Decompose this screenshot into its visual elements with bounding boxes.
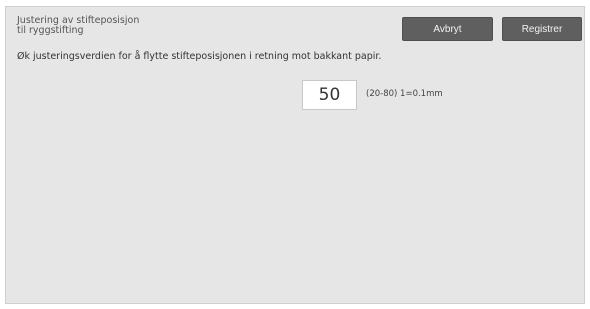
settings-panel: Justering av stifteposisjon til ryggstif… [5, 6, 585, 304]
register-button[interactable]: Registrer [502, 17, 582, 41]
cancel-button[interactable]: Avbryt [402, 17, 493, 41]
adjustment-value-field[interactable]: 50 [302, 80, 357, 110]
page-title-line-2: til ryggstifting [17, 25, 84, 36]
range-note: (20-80) 1=0.1mm [366, 89, 443, 99]
instruction-text: Øk justeringsverdien for å flytte stifte… [17, 51, 382, 62]
page-title: Justering av stifteposisjon til ryggstif… [17, 16, 237, 36]
